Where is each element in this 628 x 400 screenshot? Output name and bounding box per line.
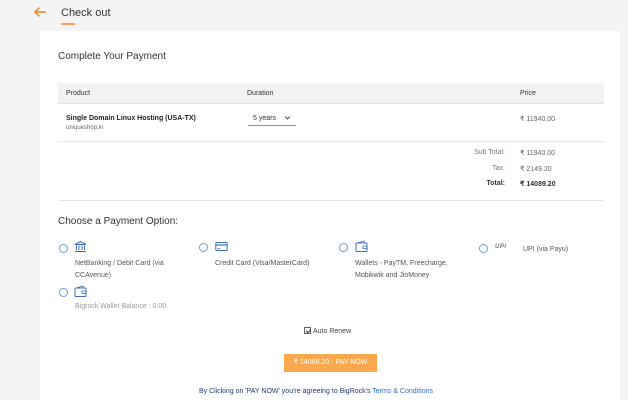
upi-logo-icon: UPI	[495, 244, 507, 250]
terms-prefix: By Clicking on 'PAY NOW' you're agreeing…	[199, 388, 373, 395]
tax-value: ₹ 2149.20	[520, 166, 552, 173]
subtotal-label: Sub Total:	[473, 149, 505, 156]
column-product: Product	[66, 90, 91, 97]
wallets-label[interactable]: Wallets - PayTM, Freecharge, Mobikwik an…	[355, 258, 448, 282]
bigrock-wallet-radio[interactable]	[59, 288, 68, 297]
total-value: ₹ 14089.20	[520, 181, 556, 188]
terms-link[interactable]: Terms & Conditions	[372, 388, 433, 395]
netbanking-radio[interactable]	[59, 244, 68, 253]
title-underline	[61, 23, 75, 25]
wallets-label-line1: Wallets - PayTM, Freecharge,	[355, 260, 448, 267]
duration-value: 5 years	[253, 115, 276, 122]
wallets-label-line2: Mobikwik and JioMoney	[355, 272, 430, 279]
subtotal-value: ₹ 11940.00	[520, 150, 556, 157]
bank-icon	[74, 240, 87, 252]
credit-card-radio[interactable]	[199, 243, 208, 252]
payment-options-heading: Choose a Payment Option:	[58, 216, 179, 227]
product-domain: uniqueshop.in	[66, 125, 104, 131]
page-title: Check out	[61, 7, 111, 19]
total-label: Total:	[486, 180, 505, 187]
wallet-icon	[355, 240, 368, 252]
product-name: Single Domain Linux Hosting (USA-TX)	[66, 115, 196, 122]
bigrock-wallet-label[interactable]: Bigrock Wallet Balance : 0.00	[75, 301, 166, 313]
column-price: Price	[520, 90, 536, 97]
credit-card-label[interactable]: Credit Card (Visa/MasterCard)	[215, 258, 309, 270]
wallet-icon	[74, 285, 87, 297]
chevron-down-icon	[284, 116, 291, 120]
netbanking-label[interactable]: NetBanking / Debit Card (via CCAvenue)	[75, 258, 164, 282]
auto-renew-checkbox[interactable]: Auto Renew	[304, 327, 351, 335]
checkbox-checked-icon[interactable]	[304, 327, 311, 334]
credit-card-icon	[215, 242, 228, 251]
back-arrow-icon[interactable]	[33, 5, 47, 19]
table-header: Product Duration Price	[58, 83, 604, 104]
netbanking-label-line1: NetBanking / Debit Card (via	[75, 260, 164, 267]
product-price: ₹ 11940.00	[520, 116, 556, 123]
tax-label: Tax:	[492, 165, 505, 172]
upi-label[interactable]: UPI (via Payu)	[523, 244, 568, 256]
top-bar: Check out	[0, 0, 628, 30]
column-duration: Duration	[247, 90, 274, 97]
divider	[58, 200, 604, 201]
terms-text: By Clicking on 'PAY NOW' you're agreeing…	[199, 388, 433, 395]
payment-heading: Complete Your Payment	[58, 51, 166, 62]
upi-radio[interactable]	[479, 244, 488, 253]
pay-now-button[interactable]: ₹ 14089.20 - PAY NOW	[284, 354, 377, 372]
wallets-radio[interactable]	[339, 243, 348, 252]
netbanking-label-line2: CCAvenue)	[75, 272, 112, 279]
divider	[58, 141, 604, 142]
duration-select[interactable]: 5 years	[248, 112, 296, 126]
auto-renew-label: Auto Renew	[313, 328, 352, 335]
